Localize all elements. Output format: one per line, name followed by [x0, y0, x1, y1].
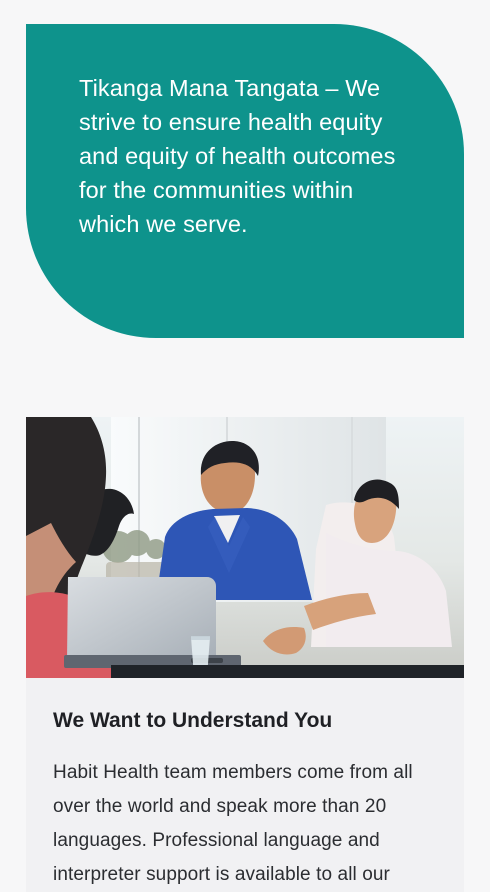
team-photo-illustration	[26, 417, 464, 678]
quote-text: Tikanga Mana Tangata – We strive to ensu…	[79, 75, 396, 237]
feature-card-body: We Want to Understand You Habit Health t…	[26, 678, 464, 892]
feature-card: We Want to Understand You Habit Health t…	[26, 417, 464, 892]
page: Tikanga Mana Tangata – We strive to ensu…	[0, 0, 490, 892]
feature-title: We Want to Understand You	[53, 709, 333, 732]
feature-description: Habit Health team members come from all …	[53, 762, 413, 885]
quote-card: Tikanga Mana Tangata – We strive to ensu…	[26, 24, 464, 338]
team-photo	[26, 417, 464, 678]
